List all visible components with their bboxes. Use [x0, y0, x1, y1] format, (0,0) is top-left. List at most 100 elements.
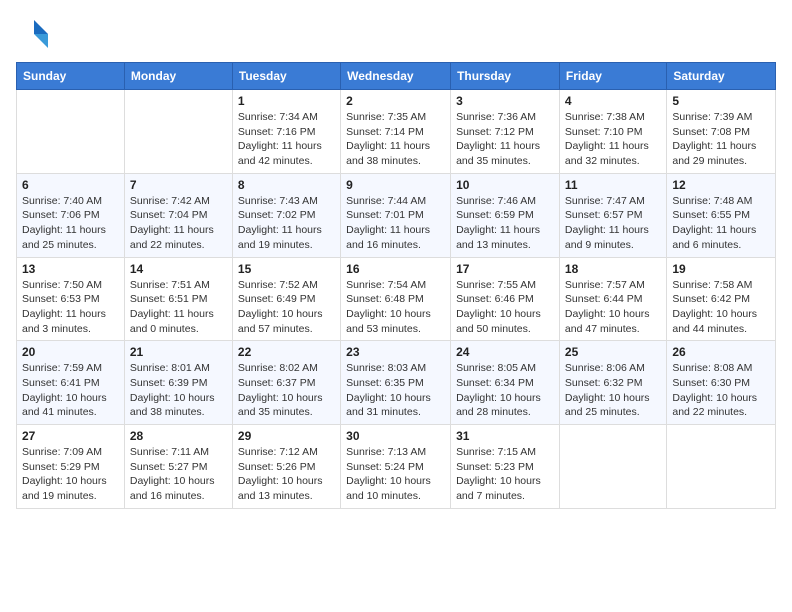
- day-info: Sunrise: 7:36 AM Sunset: 7:12 PM Dayligh…: [456, 110, 554, 169]
- day-number: 27: [22, 429, 119, 443]
- day-header-thursday: Thursday: [451, 63, 560, 90]
- calendar-cell: 8 Sunrise: 7:43 AM Sunset: 7:02 PM Daylig…: [232, 173, 340, 257]
- day-number: 28: [130, 429, 227, 443]
- day-info: Sunrise: 8:02 AM Sunset: 6:37 PM Dayligh…: [238, 361, 335, 420]
- day-number: 19: [672, 262, 770, 276]
- day-info: Sunrise: 7:43 AM Sunset: 7:02 PM Dayligh…: [238, 194, 335, 253]
- day-number: 1: [238, 94, 335, 108]
- day-number: 2: [346, 94, 445, 108]
- day-info: Sunrise: 7:58 AM Sunset: 6:42 PM Dayligh…: [672, 278, 770, 337]
- day-info: Sunrise: 7:34 AM Sunset: 7:16 PM Dayligh…: [238, 110, 335, 169]
- day-number: 23: [346, 345, 445, 359]
- day-info: Sunrise: 7:47 AM Sunset: 6:57 PM Dayligh…: [565, 194, 661, 253]
- day-info: Sunrise: 7:35 AM Sunset: 7:14 PM Dayligh…: [346, 110, 445, 169]
- calendar-cell: 4 Sunrise: 7:38 AM Sunset: 7:10 PM Daylig…: [559, 90, 666, 174]
- day-number: 5: [672, 94, 770, 108]
- day-info: Sunrise: 7:12 AM Sunset: 5:26 PM Dayligh…: [238, 445, 335, 504]
- day-info: Sunrise: 8:01 AM Sunset: 6:39 PM Dayligh…: [130, 361, 227, 420]
- calendar-cell: 13Sunrise: 7:50 AM Sunset: 6:53 PM Dayli…: [17, 257, 125, 341]
- day-info: Sunrise: 7:44 AM Sunset: 7:01 PM Dayligh…: [346, 194, 445, 253]
- day-info: Sunrise: 7:51 AM Sunset: 6:51 PM Dayligh…: [130, 278, 227, 337]
- day-info: Sunrise: 7:54 AM Sunset: 6:48 PM Dayligh…: [346, 278, 445, 337]
- day-info: Sunrise: 8:06 AM Sunset: 6:32 PM Dayligh…: [565, 361, 661, 420]
- calendar-cell: 14 Sunrise: 7:51 AM Sunset: 6:51 PM Dayli…: [124, 257, 232, 341]
- day-headers-row: SundayMondayTuesdayWednesdayThursdayFrid…: [17, 63, 776, 90]
- calendar-header: SundayMondayTuesdayWednesdayThursdayFrid…: [17, 63, 776, 90]
- calendar-cell: 24 Sunrise: 8:05 AM Sunset: 6:34 PM Dayli…: [451, 341, 560, 425]
- calendar-week-4: 20 Sunrise: 7:59 AM Sunset: 6:41 PM Dayli…: [17, 341, 776, 425]
- calendar-cell: [667, 425, 776, 509]
- calendar-cell: 20 Sunrise: 7:59 AM Sunset: 6:41 PM Dayli…: [17, 341, 125, 425]
- calendar-cell: 5 Sunrise: 7:39 AM Sunset: 7:08 PM Daylig…: [667, 90, 776, 174]
- day-number: 3: [456, 94, 554, 108]
- calendar-cell: 27Sunrise: 7:09 AM Sunset: 5:29 PM Dayli…: [17, 425, 125, 509]
- day-number: 24: [456, 345, 554, 359]
- calendar-table: SundayMondayTuesdayWednesdayThursdayFrid…: [16, 62, 776, 509]
- day-number: 7: [130, 178, 227, 192]
- calendar-cell: 31Sunrise: 7:15 AM Sunset: 5:23 PM Dayli…: [451, 425, 560, 509]
- day-info: Sunrise: 7:40 AM Sunset: 7:06 PM Dayligh…: [22, 194, 119, 253]
- day-number: 21: [130, 345, 227, 359]
- day-info: Sunrise: 7:46 AM Sunset: 6:59 PM Dayligh…: [456, 194, 554, 253]
- day-header-friday: Friday: [559, 63, 666, 90]
- calendar-body: 1 Sunrise: 7:34 AM Sunset: 7:16 PM Daylig…: [17, 90, 776, 509]
- day-number: 26: [672, 345, 770, 359]
- day-info: Sunrise: 7:42 AM Sunset: 7:04 PM Dayligh…: [130, 194, 227, 253]
- calendar-cell: 16 Sunrise: 7:54 AM Sunset: 6:48 PM Dayli…: [341, 257, 451, 341]
- day-info: Sunrise: 7:39 AM Sunset: 7:08 PM Dayligh…: [672, 110, 770, 169]
- day-number: 31: [456, 429, 554, 443]
- calendar-week-5: 27Sunrise: 7:09 AM Sunset: 5:29 PM Dayli…: [17, 425, 776, 509]
- day-number: 22: [238, 345, 335, 359]
- day-header-wednesday: Wednesday: [341, 63, 451, 90]
- day-info: Sunrise: 7:11 AM Sunset: 5:27 PM Dayligh…: [130, 445, 227, 504]
- day-info: Sunrise: 7:55 AM Sunset: 6:46 PM Dayligh…: [456, 278, 554, 337]
- day-number: 8: [238, 178, 335, 192]
- calendar-cell: 18Sunrise: 7:57 AM Sunset: 6:44 PM Dayli…: [559, 257, 666, 341]
- calendar-cell: 25 Sunrise: 8:06 AM Sunset: 6:32 PM Dayli…: [559, 341, 666, 425]
- calendar-cell: 11 Sunrise: 7:47 AM Sunset: 6:57 PM Dayli…: [559, 173, 666, 257]
- day-number: 25: [565, 345, 661, 359]
- calendar-week-2: 6 Sunrise: 7:40 AM Sunset: 7:06 PM Daylig…: [17, 173, 776, 257]
- calendar-cell: 6 Sunrise: 7:40 AM Sunset: 7:06 PM Daylig…: [17, 173, 125, 257]
- calendar-cell: 12Sunrise: 7:48 AM Sunset: 6:55 PM Dayli…: [667, 173, 776, 257]
- calendar-cell: 19 Sunrise: 7:58 AM Sunset: 6:42 PM Dayli…: [667, 257, 776, 341]
- day-number: 20: [22, 345, 119, 359]
- day-number: 4: [565, 94, 661, 108]
- calendar-cell: 21 Sunrise: 8:01 AM Sunset: 6:39 PM Dayli…: [124, 341, 232, 425]
- calendar-cell: 22 Sunrise: 8:02 AM Sunset: 6:37 PM Dayli…: [232, 341, 340, 425]
- day-number: 9: [346, 178, 445, 192]
- calendar-cell: 7 Sunrise: 7:42 AM Sunset: 7:04 PM Daylig…: [124, 173, 232, 257]
- calendar-cell: 28 Sunrise: 7:11 AM Sunset: 5:27 PM Dayli…: [124, 425, 232, 509]
- day-header-saturday: Saturday: [667, 63, 776, 90]
- day-number: 14: [130, 262, 227, 276]
- day-info: Sunrise: 7:52 AM Sunset: 6:49 PM Dayligh…: [238, 278, 335, 337]
- day-number: 18: [565, 262, 661, 276]
- calendar-cell: 9 Sunrise: 7:44 AM Sunset: 7:01 PM Daylig…: [341, 173, 451, 257]
- calendar-cell: [17, 90, 125, 174]
- day-header-tuesday: Tuesday: [232, 63, 340, 90]
- day-header-sunday: Sunday: [17, 63, 125, 90]
- day-info: Sunrise: 8:05 AM Sunset: 6:34 PM Dayligh…: [456, 361, 554, 420]
- day-header-monday: Monday: [124, 63, 232, 90]
- calendar-cell: 26Sunrise: 8:08 AM Sunset: 6:30 PM Dayli…: [667, 341, 776, 425]
- day-info: Sunrise: 7:38 AM Sunset: 7:10 PM Dayligh…: [565, 110, 661, 169]
- calendar-week-1: 1 Sunrise: 7:34 AM Sunset: 7:16 PM Daylig…: [17, 90, 776, 174]
- day-number: 16: [346, 262, 445, 276]
- header: [16, 16, 776, 52]
- day-number: 30: [346, 429, 445, 443]
- logo: [16, 16, 56, 52]
- day-number: 11: [565, 178, 661, 192]
- day-number: 6: [22, 178, 119, 192]
- day-number: 15: [238, 262, 335, 276]
- day-number: 17: [456, 262, 554, 276]
- day-info: Sunrise: 7:50 AM Sunset: 6:53 PM Dayligh…: [22, 278, 119, 337]
- logo-icon: [16, 16, 52, 52]
- day-info: Sunrise: 7:59 AM Sunset: 6:41 PM Dayligh…: [22, 361, 119, 420]
- calendar-cell: 10Sunrise: 7:46 AM Sunset: 6:59 PM Dayli…: [451, 173, 560, 257]
- calendar-week-3: 13Sunrise: 7:50 AM Sunset: 6:53 PM Dayli…: [17, 257, 776, 341]
- calendar-cell: 2 Sunrise: 7:35 AM Sunset: 7:14 PM Daylig…: [341, 90, 451, 174]
- day-info: Sunrise: 7:48 AM Sunset: 6:55 PM Dayligh…: [672, 194, 770, 253]
- calendar-cell: 30Sunrise: 7:13 AM Sunset: 5:24 PM Dayli…: [341, 425, 451, 509]
- calendar-cell: 1 Sunrise: 7:34 AM Sunset: 7:16 PM Daylig…: [232, 90, 340, 174]
- calendar-cell: 15 Sunrise: 7:52 AM Sunset: 6:49 PM Dayli…: [232, 257, 340, 341]
